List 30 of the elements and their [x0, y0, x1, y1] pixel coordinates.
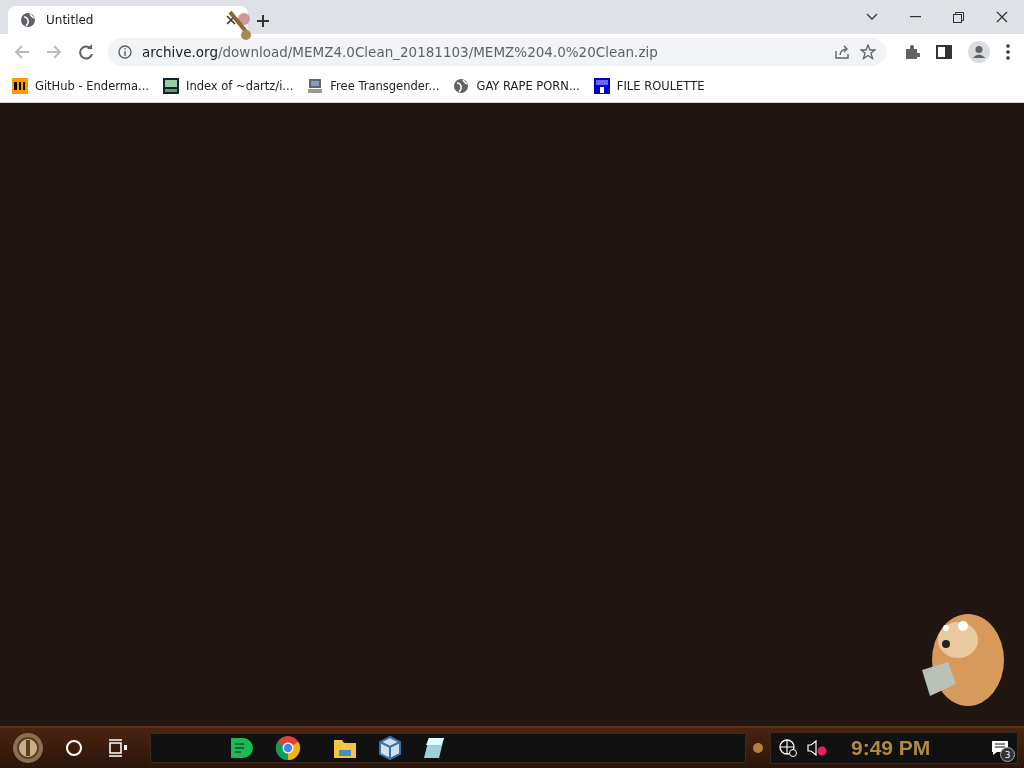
grid-icon [163, 78, 179, 94]
chrome-icon[interactable] [275, 735, 301, 761]
bookmark-item[interactable]: Index of ~dartz/i... [163, 78, 294, 94]
search-circle-icon[interactable] [64, 738, 84, 758]
task-view-icon[interactable] [108, 739, 128, 757]
close-icon[interactable] [226, 15, 236, 25]
globe-icon [453, 78, 470, 94]
knob-icon [752, 742, 764, 754]
bookmark-item[interactable]: GitHub - Enderma... [12, 78, 149, 94]
computer-icon [307, 78, 324, 94]
speaker-muted-icon[interactable] [807, 740, 827, 756]
notification-count: 3 [1000, 747, 1015, 762]
info-icon [118, 45, 132, 59]
url-text: archive.org/download/MEMZ4.0Clean_20181103/MEMZ%204.0%20Clean.zip [142, 44, 659, 60]
bookmark-item[interactable]: Free Transgender... [307, 78, 440, 94]
mft-logo-icon [593, 78, 610, 94]
clock-time[interactable]: 9:49 PM [851, 736, 931, 760]
notepad-icon[interactable] [423, 737, 445, 759]
star-icon[interactable] [860, 44, 876, 60]
folder-icon[interactable] [333, 737, 357, 759]
address-bar[interactable]: archive.org/download/MEMZ4.0Clean_20181103/MEMZ%204.0%20Clean.zip [108, 38, 886, 66]
bookmark-item[interactable]: FILE ROULETTE [593, 78, 705, 94]
browser-tab[interactable]: Untitled [8, 6, 248, 34]
new-tab-icon[interactable] [256, 14, 270, 28]
globe-icon [20, 12, 36, 28]
globe-network-icon[interactable] [779, 739, 797, 757]
chat-app-icon[interactable] [229, 736, 253, 760]
cube-icon[interactable] [379, 736, 401, 760]
share-icon[interactable] [834, 44, 850, 60]
bookmark-item[interactable]: GAY RAPE PORN... [453, 78, 580, 94]
